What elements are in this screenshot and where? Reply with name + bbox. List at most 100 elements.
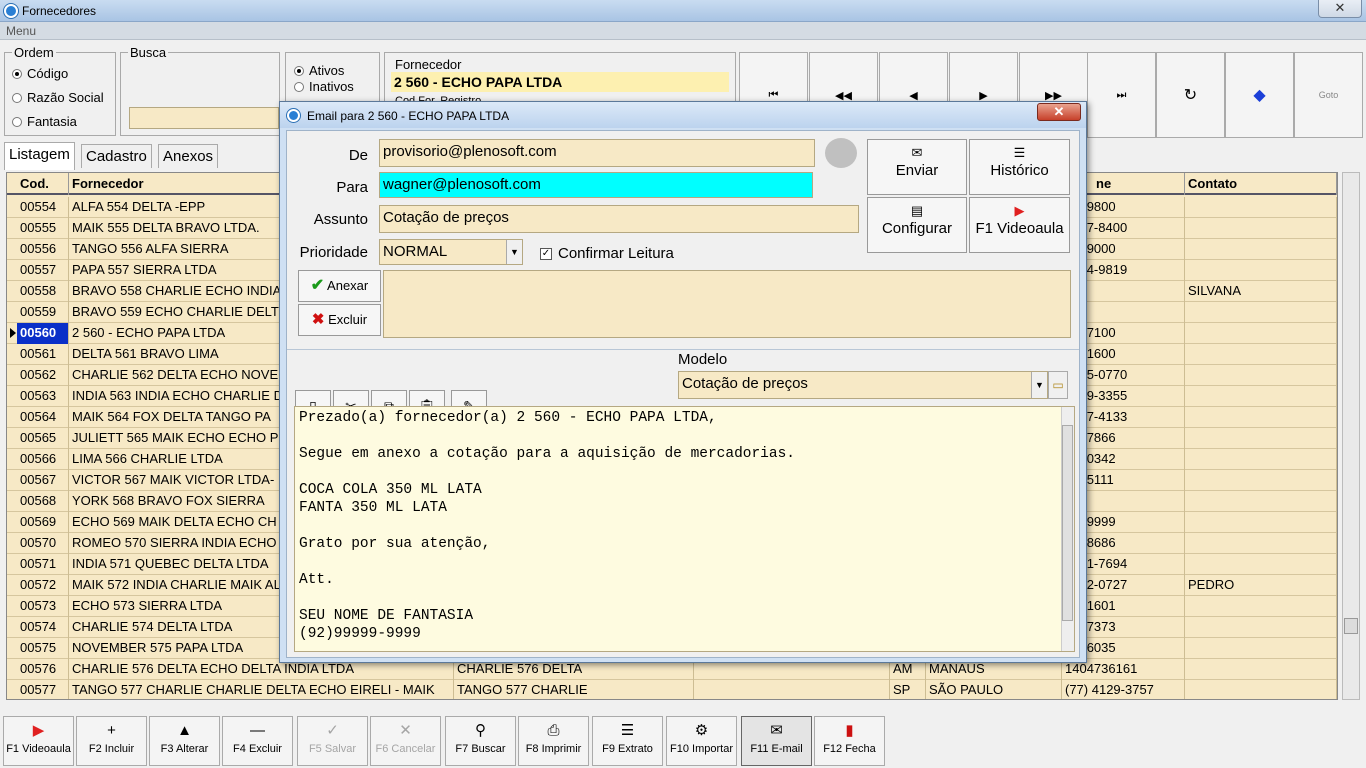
tag-button[interactable]: ◆ bbox=[1225, 52, 1294, 138]
table-cell[interactable]: 00571 bbox=[17, 554, 69, 575]
table-cell[interactable]: 00565 bbox=[17, 428, 69, 449]
table-cell[interactable]: 00566 bbox=[17, 449, 69, 470]
table-cell[interactable]: 00572 bbox=[17, 575, 69, 596]
table-cell[interactable]: SP bbox=[890, 680, 926, 699]
window-close-button[interactable]: ✕ bbox=[1318, 0, 1362, 18]
table-cell[interactable]: 00576 bbox=[17, 659, 69, 680]
folder-icon[interactable]: ▭ bbox=[1048, 371, 1068, 399]
table-cell[interactable]: 00570 bbox=[17, 533, 69, 554]
para-input[interactable]: wagner@plenosoft.com bbox=[379, 172, 813, 198]
message-scroll-thumb[interactable] bbox=[1062, 425, 1073, 621]
table-cell[interactable] bbox=[1185, 428, 1337, 449]
modelo-select[interactable]: Cotação de preços ▼ bbox=[678, 371, 1048, 399]
table-cell[interactable] bbox=[1185, 260, 1337, 281]
table-cell[interactable]: PEDRO bbox=[1185, 575, 1337, 596]
table-cell[interactable]: 00574 bbox=[17, 617, 69, 638]
de-input[interactable]: provisorio@plenosoft.com bbox=[379, 139, 815, 167]
attachments-list[interactable] bbox=[383, 270, 1071, 338]
header-contato[interactable]: Contato bbox=[1185, 173, 1337, 195]
table-cell[interactable] bbox=[1185, 596, 1337, 617]
table-cell[interactable]: 00558 bbox=[17, 281, 69, 302]
table-cell[interactable]: (77) 4129-3757 bbox=[1062, 680, 1185, 699]
table-cell[interactable]: TANGO 577 CHARLIE bbox=[454, 680, 694, 699]
f7-buscar-button[interactable]: ⚲ F7 Buscar bbox=[445, 716, 516, 766]
table-cell[interactable] bbox=[1185, 470, 1337, 491]
refresh-button[interactable]: ↻ bbox=[1156, 52, 1225, 138]
configurar-button[interactable]: ▤ Configurar bbox=[867, 197, 967, 253]
table-cell[interactable]: 00575 bbox=[17, 638, 69, 659]
table-cell[interactable] bbox=[1185, 491, 1337, 512]
table-cell[interactable] bbox=[1185, 449, 1337, 470]
busca-input[interactable] bbox=[129, 107, 279, 129]
f1-videoaula-button[interactable]: ▶ F1 Videoaula bbox=[3, 716, 74, 766]
chevron-down-icon[interactable]: ▼ bbox=[506, 240, 522, 264]
table-cell[interactable] bbox=[1185, 407, 1337, 428]
status-radio-inativos[interactable]: Inativos bbox=[294, 79, 354, 94]
enviar-button[interactable]: ✉ Enviar bbox=[867, 139, 967, 195]
ordem-radio-fantasia[interactable]: Fantasia bbox=[12, 114, 77, 129]
table-cell[interactable] bbox=[1185, 239, 1337, 260]
table-cell[interactable] bbox=[1185, 680, 1337, 699]
goto-button[interactable]: Goto bbox=[1294, 52, 1363, 138]
table-row[interactable]: 00577 TANGO 577 CHARLIE CHARLIE DELTA ECH… bbox=[7, 680, 1337, 699]
table-cell[interactable]: 00577 bbox=[17, 680, 69, 699]
table-cell[interactable]: 00559 bbox=[17, 302, 69, 323]
f2-incluir-button[interactable]: + F2 Incluir bbox=[76, 716, 147, 766]
table-cell[interactable]: 00561 bbox=[17, 344, 69, 365]
table-cell[interactable]: 00563 bbox=[17, 386, 69, 407]
message-body-textarea[interactable]: Prezado(a) fornecedor(a) 2 560 - ECHO PA… bbox=[294, 406, 1075, 652]
f9-extrato-button[interactable]: ☰ F9 Extrato bbox=[592, 716, 663, 766]
table-cell[interactable]: 00557 bbox=[17, 260, 69, 281]
table-cell[interactable] bbox=[1185, 323, 1337, 344]
table-cell[interactable] bbox=[1185, 533, 1337, 554]
table-cell[interactable]: 00562 bbox=[17, 365, 69, 386]
f8-imprimir-button[interactable]: ⎙ F8 Imprimir bbox=[518, 716, 589, 766]
f3-alterar-button[interactable]: ▲ F3 Alterar bbox=[149, 716, 220, 766]
table-cell[interactable] bbox=[1185, 554, 1337, 575]
table-cell[interactable]: 00556 bbox=[17, 239, 69, 260]
tab-anexos[interactable]: Anexos bbox=[158, 144, 219, 168]
table-cell[interactable] bbox=[1185, 302, 1337, 323]
ordem-radio-codigo[interactable]: Código bbox=[12, 66, 68, 81]
ordem-radio-razao-social[interactable]: Razão Social bbox=[12, 90, 104, 105]
table-cell[interactable] bbox=[1185, 659, 1337, 680]
table-cell[interactable]: 00568 bbox=[17, 491, 69, 512]
table-cell[interactable] bbox=[1185, 365, 1337, 386]
table-cell[interactable] bbox=[1185, 218, 1337, 239]
table-cell[interactable]: SÃO PAULO bbox=[926, 680, 1062, 699]
menu-label[interactable]: Menu bbox=[6, 24, 36, 38]
f11-email-button[interactable]: ✉ F11 E-mail bbox=[741, 716, 812, 766]
table-cell[interactable]: SILVANA bbox=[1185, 281, 1337, 302]
tab-listagem[interactable]: Listagem bbox=[4, 142, 75, 170]
table-cell[interactable]: 00554 bbox=[17, 197, 69, 218]
f12-fecha-button[interactable]: ▮ F12 Fecha bbox=[814, 716, 885, 766]
status-radio-ativos[interactable]: Ativos bbox=[294, 63, 344, 78]
f6-cancelar-button[interactable]: ✕ F6 Cancelar bbox=[370, 716, 441, 766]
table-cell[interactable] bbox=[1185, 512, 1337, 533]
f5-salvar-button[interactable]: ✓ F5 Salvar bbox=[297, 716, 368, 766]
chevron-down-icon[interactable]: ▼ bbox=[1031, 372, 1047, 398]
anexar-button[interactable]: ✔ Anexar bbox=[298, 270, 381, 302]
prioridade-select[interactable]: NORMAL ▼ bbox=[379, 239, 523, 265]
last-record-button[interactable]: ⏭ bbox=[1087, 52, 1156, 138]
excluir-anexo-button[interactable]: ✖ Excluir bbox=[298, 304, 381, 336]
f4-excluir-button[interactable]: — F4 Excluir bbox=[222, 716, 293, 766]
email-dialog-close-button[interactable]: ✕ bbox=[1037, 103, 1081, 121]
table-cell[interactable] bbox=[1185, 617, 1337, 638]
header-cod[interactable]: Cod. bbox=[17, 173, 69, 195]
table-cell[interactable]: TANGO 577 CHARLIE CHARLIE DELTA ECHO EIR… bbox=[69, 680, 454, 699]
videoaula-button[interactable]: ▶ F1 Videoaula bbox=[969, 197, 1070, 253]
table-cell[interactable]: 00573 bbox=[17, 596, 69, 617]
table-cell[interactable]: 00567 bbox=[17, 470, 69, 491]
confirmar-leitura-checkbox[interactable]: ✓ Confirmar Leitura bbox=[540, 245, 674, 262]
table-cell[interactable] bbox=[1185, 638, 1337, 659]
table-cell[interactable] bbox=[1185, 386, 1337, 407]
grid-scroll-thumb[interactable] bbox=[1344, 618, 1358, 634]
table-cell[interactable]: 00569 bbox=[17, 512, 69, 533]
table-cell[interactable]: 00555 bbox=[17, 218, 69, 239]
table-cell[interactable]: 00564 bbox=[17, 407, 69, 428]
table-cell[interactable] bbox=[1185, 344, 1337, 365]
assunto-input[interactable]: Cotação de preços bbox=[379, 205, 859, 233]
tab-cadastro[interactable]: Cadastro bbox=[81, 144, 152, 168]
table-cell[interactable] bbox=[694, 680, 890, 699]
